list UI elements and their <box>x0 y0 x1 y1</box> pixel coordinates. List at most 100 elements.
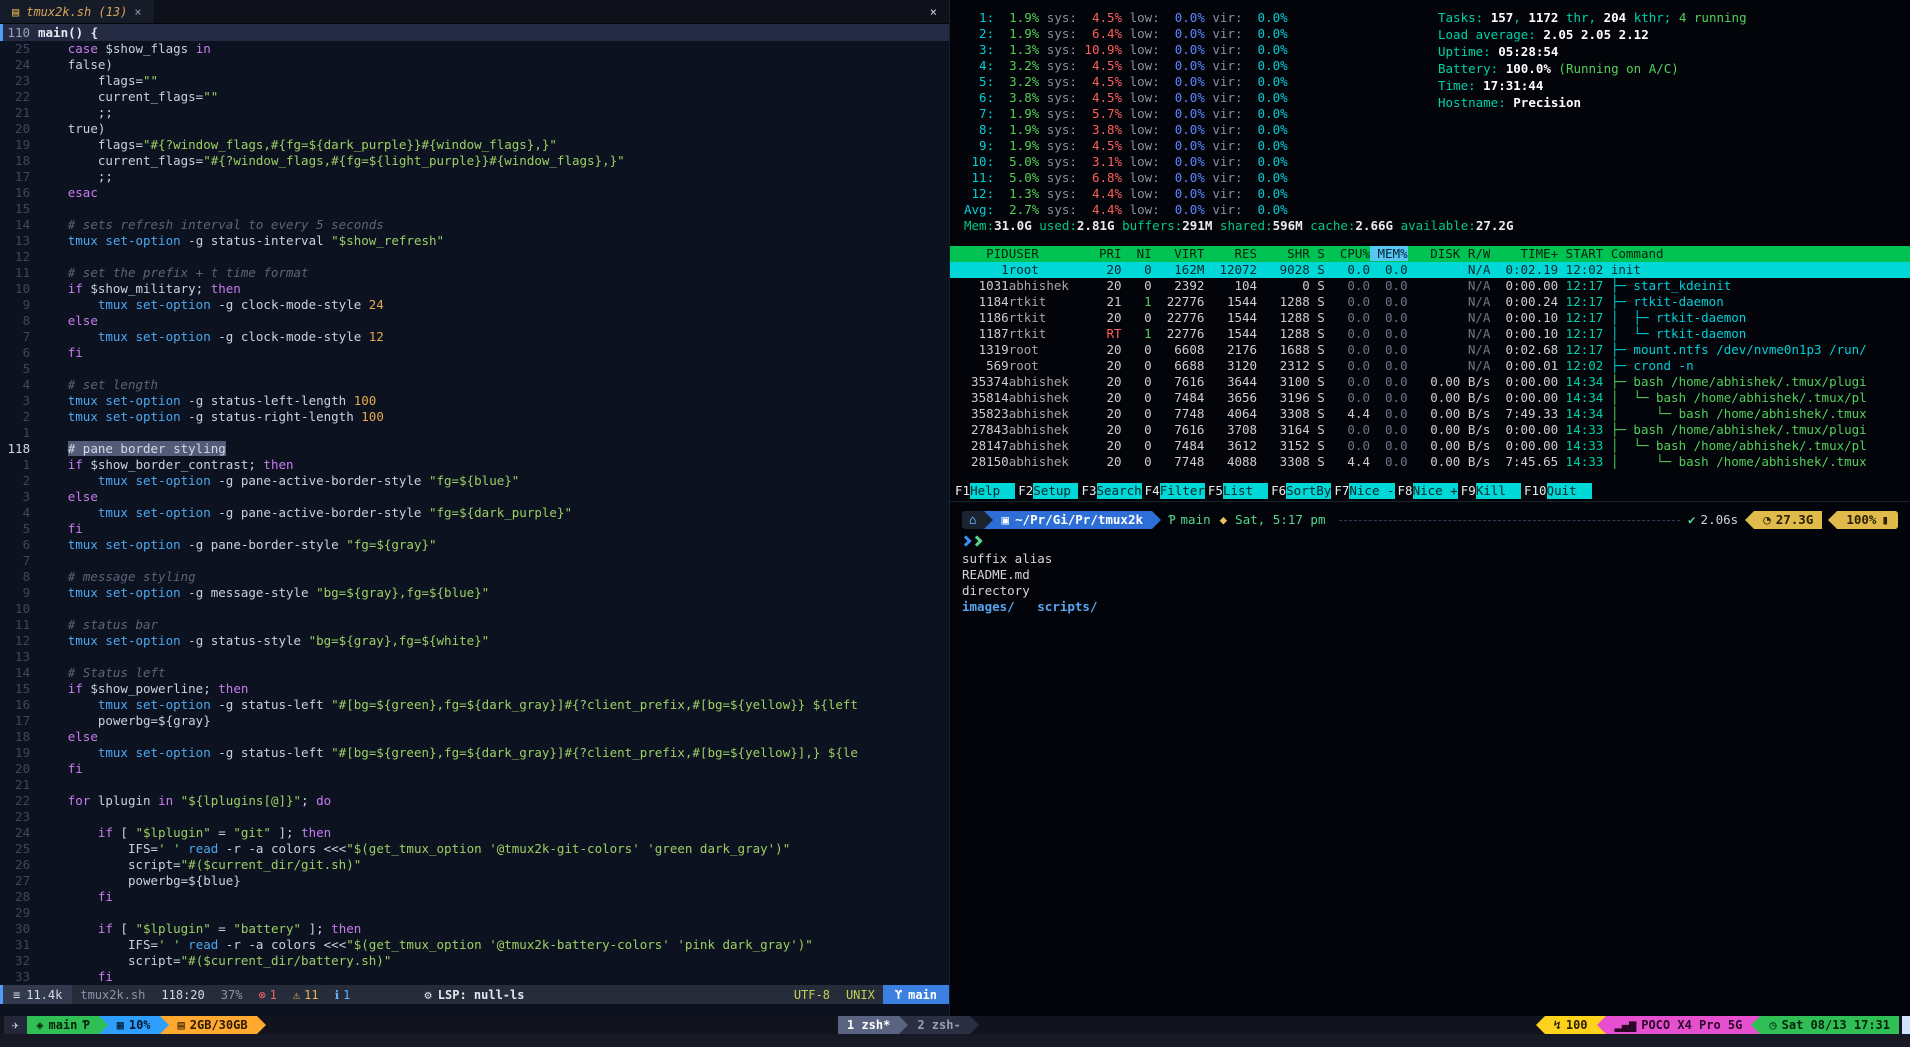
code-line[interactable]: 27 powerbg=${blue} <box>0 873 949 889</box>
code-line[interactable]: 13 <box>0 649 949 665</box>
code-line[interactable]: 5 fi <box>0 521 949 537</box>
code-line[interactable]: 17 ;; <box>0 169 949 185</box>
process-row[interactable]: 28147abhishek 20 0 7484 3612 3152 S 0.0 … <box>950 438 1910 454</box>
code-line[interactable]: 8 else <box>0 313 949 329</box>
code-line[interactable]: 25 IFS=' ' read -r -a colors <<<"$(get_t… <box>0 841 949 857</box>
code-line[interactable]: 28 fi <box>0 889 949 905</box>
fl-token[interactable]: Filter <box>1160 483 1205 499</box>
code-line[interactable]: 15 if $show_powerline; then <box>0 681 949 697</box>
process-row[interactable]: 35823abhishek 20 0 7748 4064 3308 S 4.4 … <box>950 406 1910 422</box>
fl-token[interactable]: Setup <box>1033 483 1078 499</box>
code-line[interactable]: 6 tmux set-option -g pane-border-style "… <box>0 537 949 553</box>
code-line[interactable]: 10 if $show_military; then <box>0 281 949 297</box>
code-line[interactable]: 19 flags="#{?window_flags,#{fg=${dark_pu… <box>0 137 949 153</box>
process-row[interactable]: 1root 20 0 162M 12072 9028 S 0.0 0.0 N/A… <box>950 262 1910 278</box>
code-line[interactable]: 16 esac <box>0 185 949 201</box>
code-line[interactable]: 33 fi <box>0 969 949 985</box>
code-line[interactable]: 15 <box>0 201 949 217</box>
code-line[interactable]: 2 tmux set-option -g pane-active-border-… <box>0 473 949 489</box>
code-line[interactable]: 14 # Status left <box>0 665 949 681</box>
tabline-close-icon[interactable]: × <box>918 0 949 23</box>
vim-cmdline[interactable] <box>0 1004 949 1016</box>
code-line[interactable]: 18 current_flags="#{?window_flags,#{fg=$… <box>0 153 949 169</box>
code-line[interactable]: 9 tmux set-option -g message-style "bg=$… <box>0 585 949 601</box>
code-line[interactable]: 4 # set length <box>0 377 949 393</box>
code-line[interactable]: 4 tmux set-option -g pane-active-border-… <box>0 505 949 521</box>
code-line[interactable]: 10 <box>0 601 949 617</box>
process-row[interactable]: 1319root 20 0 6608 2176 1688 S 0.0 0.0 N… <box>950 342 1910 358</box>
process-table-header[interactable]: PIDUSER PRI NI VIRT RES SHR S CPU% MEM% … <box>950 246 1910 262</box>
shell-pane[interactable]: ⌂ ▣ ~/Pr/Gi/Pr/tmux2k Ƥ main ◆ Sat, 5:17… <box>950 502 1910 1016</box>
code-line[interactable]: 17 powerbg=${gray} <box>0 713 949 729</box>
code-line[interactable]: 23 flags="" <box>0 73 949 89</box>
code-line[interactable]: 3 tmux set-option -g status-left-length … <box>0 393 949 409</box>
code-buffer[interactable]: 25 case $show_flags in 24 false) 23 flag… <box>0 41 949 985</box>
tmux-window-2[interactable]: 2 zsh- <box>908 1016 969 1034</box>
code-line[interactable]: 7 <box>0 553 949 569</box>
code-line[interactable]: 16 tmux set-option -g status-left "#[bg=… <box>0 697 949 713</box>
code-line[interactable]: 20 fi <box>0 761 949 777</box>
fl-token[interactable]: Search <box>1097 483 1142 499</box>
process-row[interactable]: 35814abhishek 20 0 7484 3656 3196 S 0.0 … <box>950 390 1910 406</box>
editor-pane[interactable]: ▤ tmux2k.sh (13) × × 110 main() { 25 cas… <box>0 0 949 1016</box>
fl-token[interactable]: Quit <box>1547 483 1592 499</box>
prompt-input-line[interactable] <box>962 533 1898 549</box>
process-row[interactable]: 28150abhishek 20 0 7748 4088 3308 S 4.4 … <box>950 454 1910 470</box>
code-line[interactable]: 3 else <box>0 489 949 505</box>
code-line[interactable]: 19 tmux set-option -g status-left "#[bg=… <box>0 745 949 761</box>
code-line[interactable]: 25 case $show_flags in <box>0 41 949 57</box>
process-row[interactable]: 569root 20 0 6688 3120 2312 S 0.0 0.0 N/… <box>950 358 1910 374</box>
code-line[interactable]: 31 IFS=' ' read -r -a colors <<<"$(get_t… <box>0 937 949 953</box>
code-line[interactable]: 11 # status bar <box>0 617 949 633</box>
code-line[interactable]: 12 tmux set-option -g status-style "bg=$… <box>0 633 949 649</box>
code-line[interactable]: 1 if $show_border_contrast; then <box>0 457 949 473</box>
process-row[interactable]: 1184rtkit 21 1 22776 1544 1288 S 0.0 0.0… <box>950 294 1910 310</box>
chevron-icon <box>971 535 982 546</box>
code-line[interactable]: 118 # pane border styling <box>0 441 949 457</box>
code-line[interactable]: 1 <box>0 425 949 441</box>
code-line[interactable]: 11 # set the prefix + t time format <box>0 265 949 281</box>
process-row[interactable]: 35374abhishek 20 0 7616 3644 3100 S 0.0 … <box>950 374 1910 390</box>
code-line[interactable]: 18 else <box>0 729 949 745</box>
tmux-window-1[interactable]: 1 zsh* <box>838 1016 899 1034</box>
htop-pane[interactable]: 1: 1.9% sys: 4.5% low: 0.0% vir: 0.0% 2:… <box>950 0 1910 502</box>
code-line[interactable]: 7 tmux set-option -g clock-mode-style 12 <box>0 329 949 345</box>
process-row[interactable]: 27843abhishek 20 0 7616 3708 3164 S 0.0 … <box>950 422 1910 438</box>
code-line[interactable]: 26 script="#($current_dir/git.sh)" <box>0 857 949 873</box>
code-line[interactable]: 6 fi <box>0 345 949 361</box>
process-row[interactable]: 1186rtkit 20 0 22776 1544 1288 S 0.0 0.0… <box>950 310 1910 326</box>
fl-token[interactable]: SortBy <box>1286 483 1331 499</box>
code-line[interactable]: 9 tmux set-option -g clock-mode-style 24 <box>0 297 949 313</box>
code-line[interactable]: 29 <box>0 905 949 921</box>
htop-function-keys[interactable]: F1Help F2Setup F3SearchF4FilterF5List F6… <box>950 483 1910 499</box>
code-line[interactable]: 2 tmux set-option -g status-right-length… <box>0 409 949 425</box>
code-line[interactable]: 14 # sets refresh interval to every 5 se… <box>0 217 949 233</box>
hlab-token: low: <box>1122 154 1160 169</box>
code-line[interactable]: 24 if [ "$lplugin" = "git" ]; then <box>0 825 949 841</box>
fl-token[interactable]: List <box>1223 483 1268 499</box>
tab-close-icon[interactable]: × <box>134 4 141 20</box>
process-row[interactable]: 1187rtkit RT 1 22776 1544 1288 S 0.0 0.0… <box>950 326 1910 342</box>
fl-token[interactable]: Nice - <box>1349 483 1394 499</box>
code-line[interactable]: 32 script="#($current_dir/battery.sh)" <box>0 953 949 969</box>
code-line[interactable]: 30 if [ "$lplugin" = "battery" ]; then <box>0 921 949 937</box>
fl-token[interactable]: Nice + <box>1413 483 1458 499</box>
code-line[interactable]: 24 false) <box>0 57 949 73</box>
w-token: S <box>1310 454 1325 469</box>
process-row[interactable]: 1031abhishek 20 0 2392 104 0 S 0.0 0.0 N… <box>950 278 1910 294</box>
code-line[interactable]: 13 tmux set-option -g status-interval "$… <box>0 233 949 249</box>
buffer-tab[interactable]: ▤ tmux2k.sh (13) × <box>0 0 154 23</box>
code-line[interactable]: 21 <box>0 777 949 793</box>
code-line[interactable]: 21 ;; <box>0 105 949 121</box>
fl-token[interactable]: Kill <box>1476 483 1521 499</box>
code-line[interactable]: 22 current_flags="" <box>0 89 949 105</box>
code-line[interactable]: 23 <box>0 809 949 825</box>
fl-token[interactable]: Help <box>970 483 1015 499</box>
code-line[interactable]: 22 for lplugin in "${lplugins[@]}"; do <box>0 793 949 809</box>
session-segment[interactable]: ◈ main Ƥ <box>27 1016 98 1034</box>
process-table[interactable]: PIDUSER PRI NI VIRT RES SHR S CPU% MEM% … <box>950 246 1910 470</box>
code-line[interactable]: 8 # message styling <box>0 569 949 585</box>
code-line[interactable]: 5 <box>0 361 949 377</box>
code-line[interactable]: 20 true) <box>0 121 949 137</box>
code-line[interactable]: 12 <box>0 249 949 265</box>
